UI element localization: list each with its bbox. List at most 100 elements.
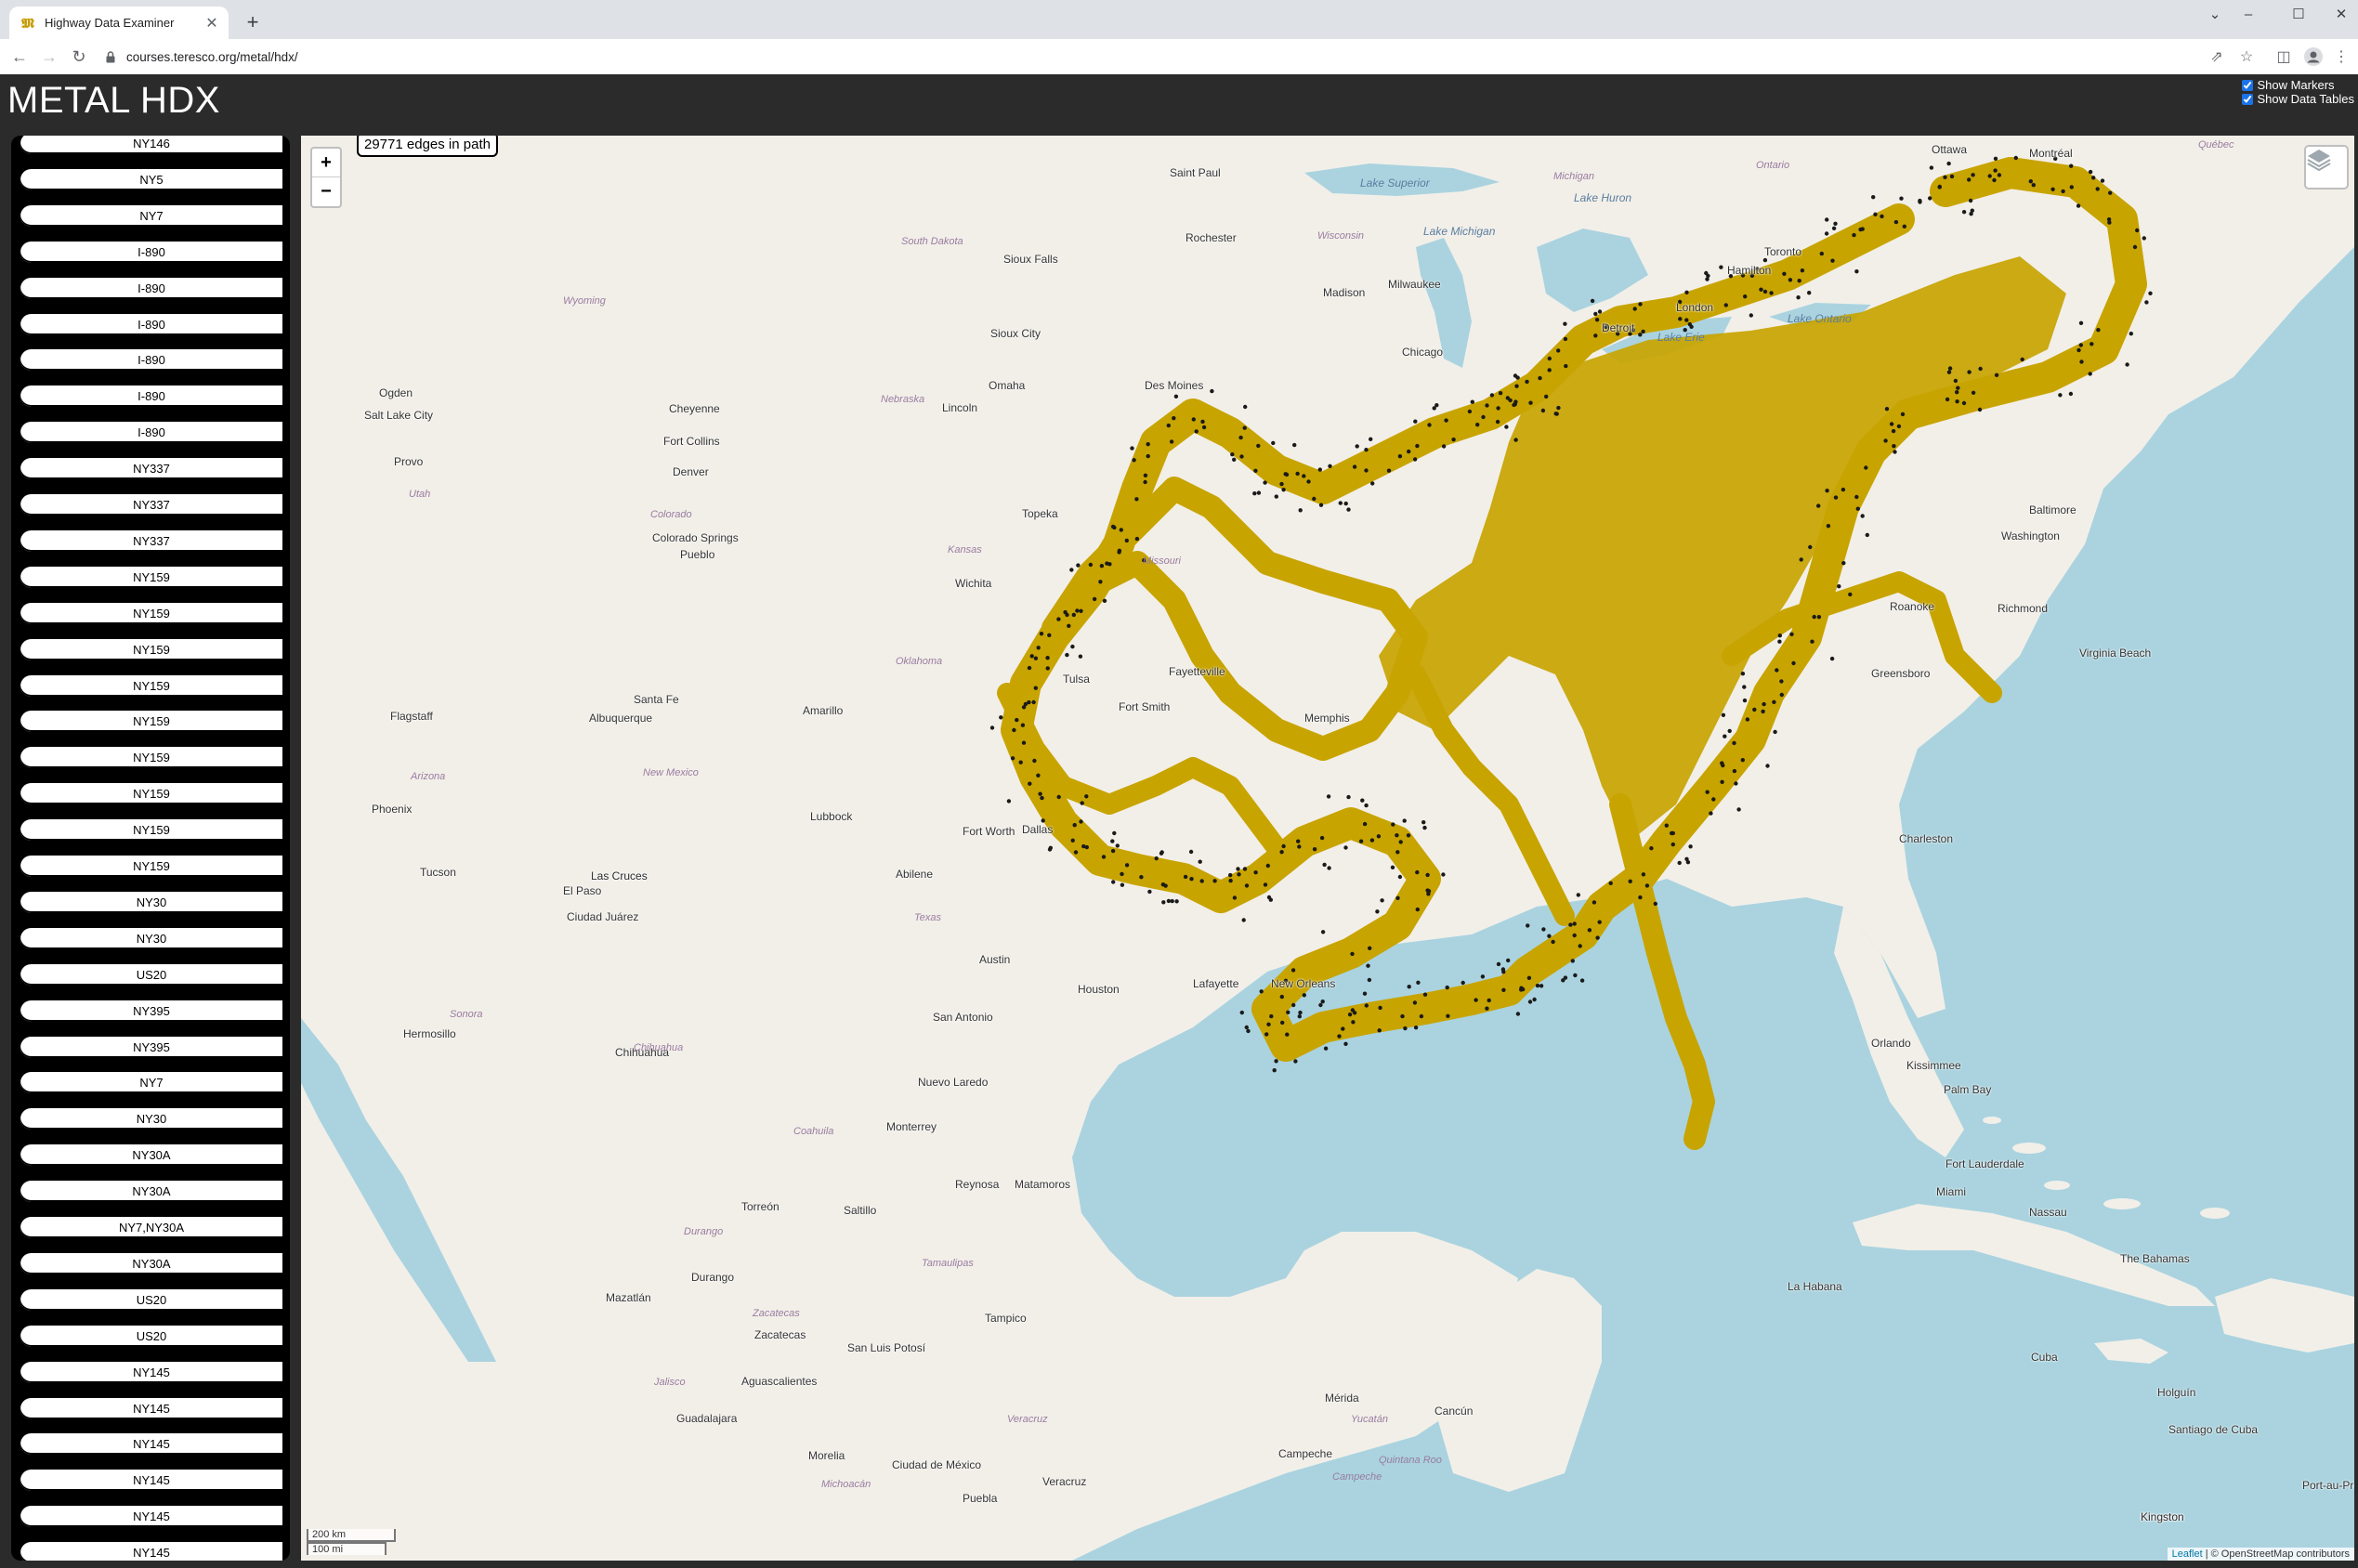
city-label: Lincoln	[942, 401, 978, 414]
route-button[interactable]: I-890	[19, 384, 284, 410]
reload-icon[interactable]: ↻	[67, 45, 91, 69]
tab-search-icon[interactable]: ⌄	[2196, 2, 2234, 26]
vertex-marker	[1749, 313, 1754, 318]
route-button[interactable]: NY145	[19, 1431, 284, 1457]
route-button[interactable]: NY159	[19, 673, 284, 699]
vertex-marker	[1723, 303, 1729, 307]
browser-menu-icon[interactable]: ⋮	[2330, 46, 2352, 68]
window-close-icon[interactable]: ✕	[2323, 2, 2358, 26]
vertex-marker	[1779, 679, 1784, 684]
vertex-marker	[1579, 978, 1585, 983]
vertex-marker	[1896, 424, 1902, 429]
route-button[interactable]: NY30A	[19, 1250, 284, 1276]
minimize-icon[interactable]: –	[2230, 2, 2267, 26]
route-button[interactable]: NY7	[19, 203, 284, 229]
city-label: Tampico	[985, 1312, 1027, 1325]
region-label: Michoacán	[821, 1479, 871, 1490]
address-bar[interactable]: courses.teresco.org/metal/hdx/	[104, 44, 2194, 70]
route-button[interactable]: I-890	[19, 275, 284, 301]
route-button[interactable]: NY159	[19, 745, 284, 771]
route-button[interactable]: NY7,NY30A	[19, 1215, 284, 1240]
vertex-marker	[2069, 163, 2074, 168]
vertex-marker	[1115, 843, 1120, 848]
zoom-out-button[interactable]: −	[312, 177, 340, 205]
back-icon[interactable]: ←	[7, 45, 32, 69]
route-button[interactable]: NY30A	[19, 1143, 284, 1169]
route-button[interactable]: NY145	[19, 1395, 284, 1421]
close-tab-icon[interactable]: ✕	[203, 14, 221, 33]
route-button[interactable]: NY145	[19, 1468, 284, 1494]
route-button[interactable]: I-890	[19, 347, 284, 373]
vertex-marker	[1076, 563, 1081, 568]
share-icon[interactable]: ⇗	[2206, 46, 2228, 68]
route-button[interactable]: NY145	[19, 1540, 284, 1561]
show-data-tables-checkbox[interactable]	[2242, 93, 2254, 105]
route-button[interactable]: NY337	[19, 528, 284, 554]
route-button[interactable]: NY337	[19, 456, 284, 482]
route-button[interactable]: NY145	[19, 1359, 284, 1385]
route-button[interactable]: NY30A	[19, 1179, 284, 1205]
vertex-marker	[1525, 379, 1529, 385]
route-button[interactable]: NY30	[19, 889, 284, 915]
route-button[interactable]: NY395	[19, 998, 284, 1024]
route-button[interactable]: NY146	[19, 136, 284, 156]
vertex-marker	[2144, 300, 2149, 305]
vertex-marker	[1777, 639, 1782, 644]
vertex-marker	[1687, 321, 1693, 327]
browser-tab[interactable]: 𝕸 Highway Data Examiner ✕	[9, 7, 229, 39]
vertex-marker	[1563, 336, 1568, 342]
route-button[interactable]: NY7	[19, 1070, 284, 1096]
show-data-tables-option[interactable]: Show Data Tables	[2242, 92, 2354, 106]
vertex-marker	[1045, 656, 1050, 660]
route-button[interactable]: NY159	[19, 709, 284, 735]
vertex-marker	[1341, 1026, 1345, 1031]
vertex-marker	[1191, 417, 1196, 422]
new-tab-icon[interactable]: +	[240, 9, 266, 35]
route-button[interactable]: US20	[19, 1287, 284, 1313]
route-button[interactable]: NY159	[19, 564, 284, 590]
vertex-marker	[1403, 1026, 1408, 1031]
maximize-icon[interactable]: ☐	[2280, 2, 2317, 26]
region-label: Sonora	[450, 1009, 483, 1020]
route-button[interactable]: US20	[19, 961, 284, 987]
city-label: Hamilton	[1727, 264, 1772, 277]
route-button[interactable]: I-890	[19, 420, 284, 446]
side-panel-icon[interactable]: ◫	[2273, 46, 2295, 68]
route-button[interactable]: NY159	[19, 817, 284, 843]
route-button[interactable]: NY159	[19, 636, 284, 662]
profile-avatar-icon[interactable]	[2302, 46, 2325, 68]
vertex-marker	[1641, 872, 1646, 877]
vertex-marker	[1711, 797, 1716, 802]
route-button[interactable]: NY30	[19, 925, 284, 951]
scale-km: 200 km	[307, 1529, 396, 1542]
route-button[interactable]: NY30	[19, 1106, 284, 1132]
route-button[interactable]: I-890	[19, 239, 284, 265]
vertex-marker	[1594, 318, 1600, 322]
vertex-marker	[1047, 847, 1053, 852]
map-view[interactable]: Ottawa Montréal Saint Paul Toronto Hamilton M…	[301, 136, 2354, 1561]
bookmark-star-icon[interactable]: ☆	[2235, 46, 2258, 68]
show-markers-checkbox[interactable]	[2242, 79, 2254, 91]
vertex-marker	[2142, 236, 2146, 241]
forward-icon[interactable]: →	[37, 45, 61, 69]
route-button[interactable]: I-890	[19, 311, 284, 337]
route-button[interactable]: NY395	[19, 1034, 284, 1060]
route-button[interactable]: NY159	[19, 600, 284, 626]
vertex-marker	[1366, 963, 1370, 968]
layers-icon[interactable]	[2304, 145, 2349, 189]
leaflet-link[interactable]: Leaflet	[2172, 1548, 2203, 1560]
vertex-marker	[1027, 665, 1032, 671]
route-button[interactable]: US20	[19, 1323, 284, 1349]
vertex-marker	[1572, 933, 1577, 938]
vertex-marker	[1346, 507, 1351, 512]
route-button[interactable]: NY5	[19, 166, 284, 192]
show-markers-option[interactable]: Show Markers	[2242, 78, 2354, 92]
route-button[interactable]: NY159	[19, 854, 284, 879]
vertex-marker	[1427, 423, 1432, 427]
route-button[interactable]: NY145	[19, 1504, 284, 1530]
route-button[interactable]: NY337	[19, 492, 284, 517]
route-button[interactable]: NY159	[19, 781, 284, 807]
zoom-in-button[interactable]: +	[312, 149, 340, 177]
route-list[interactable]: NY146 NY5 NY7 I-890 I-890 I-890 I-890 I-890 I-89…	[11, 136, 290, 1561]
city-label: Santiago de Cuba	[2168, 1423, 2259, 1436]
